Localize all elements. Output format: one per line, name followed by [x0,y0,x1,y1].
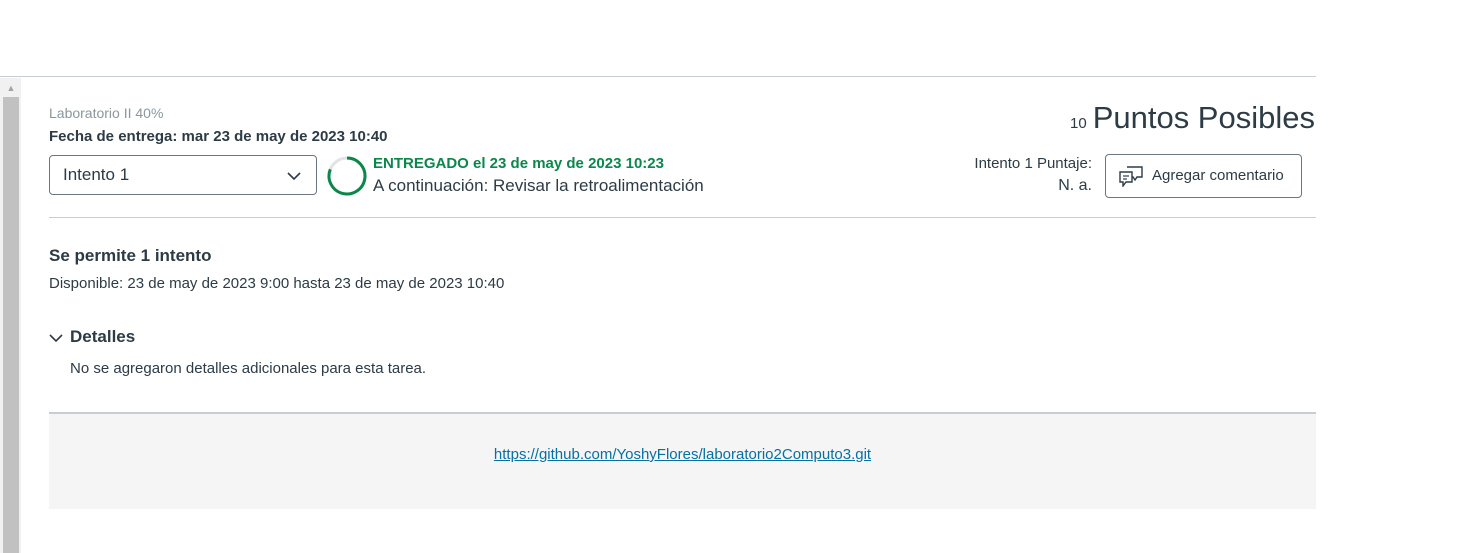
submitted-status: ENTREGADO el 23 de may de 2023 10:23 [373,155,664,172]
due-date: Fecha de entrega: mar 23 de may de 2023 … [49,128,388,145]
chevron-down-icon [287,172,301,181]
attempt-score-label: Intento 1 Puntaje: [974,155,1092,172]
points-label: Puntos Posibles [1092,100,1315,135]
comment-icon [1119,166,1143,187]
attempt-score-value: N. a. [1058,177,1092,194]
assignment-name: Laboratorio II 40% [49,105,164,121]
chevron-down-icon [49,334,63,343]
submission-panel: https://github.com/YoshyFlores/laborator… [49,412,1316,509]
submission-url-link[interactable]: https://github.com/YoshyFlores/laborator… [49,446,1316,463]
points-possible: 10 Puntos Posibles [1070,100,1315,136]
points-number: 10 [1070,115,1087,132]
details-title: Detalles [70,327,136,346]
attempts-allowed: Se permite 1 intento [49,246,212,265]
submission-progress-icon [327,156,367,196]
attempt-select-value: Intento 1 [63,165,130,184]
scroll-up-arrow-icon[interactable]: ▲ [3,81,19,95]
scrollbar-thumb[interactable] [3,97,19,553]
details-text: No se agregaron detalles adicionales par… [70,360,427,377]
top-divider [0,76,1316,77]
attempt-select[interactable]: Intento 1 [49,155,317,195]
add-comment-button[interactable]: Agregar comentario [1105,154,1302,198]
section-divider [49,217,1316,218]
next-step-text: A continuación: Revisar la retroalimenta… [373,176,704,195]
add-comment-label: Agregar comentario [1152,167,1284,184]
availability-dates: Disponible: 23 de may de 2023 9:00 hasta… [49,275,505,292]
